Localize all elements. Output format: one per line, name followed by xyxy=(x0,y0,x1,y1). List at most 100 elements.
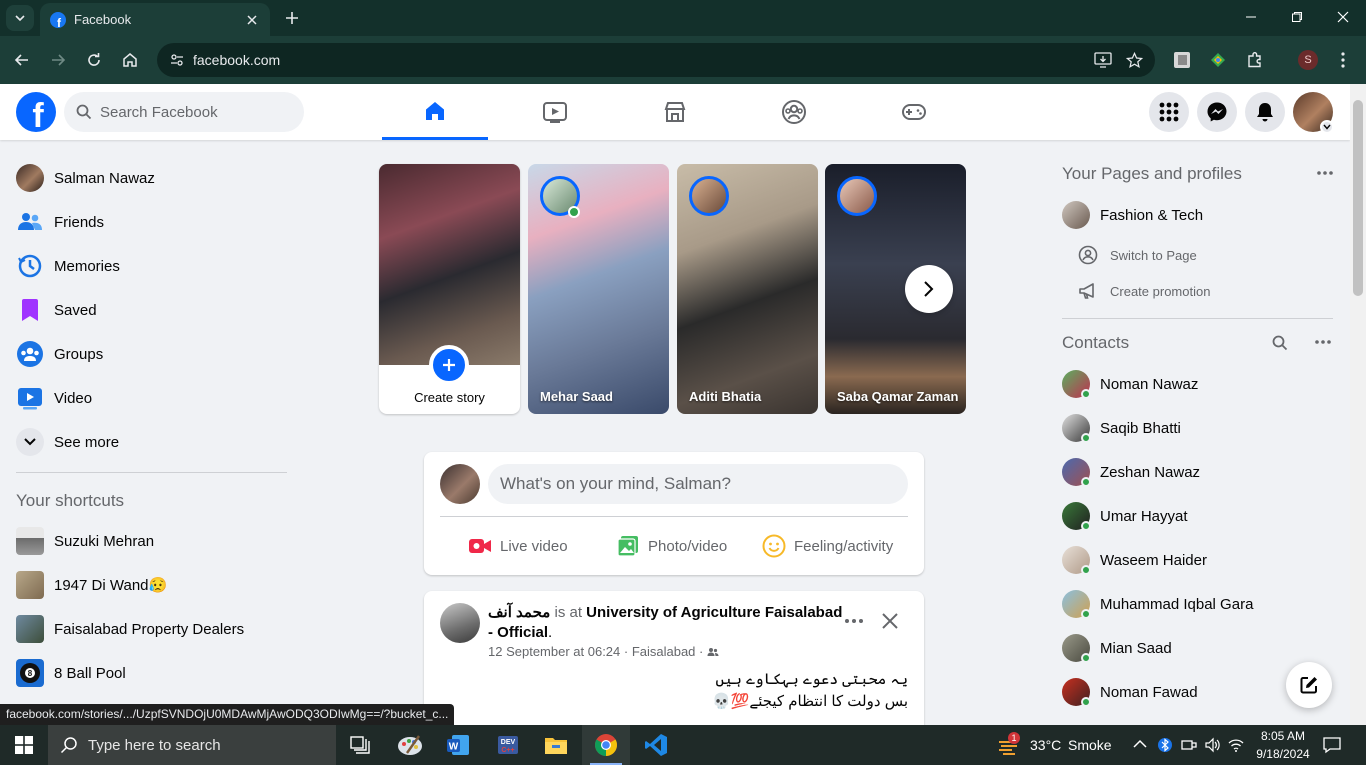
taskbar-app-paint[interactable] xyxy=(386,725,434,765)
sidebar-item-memories[interactable]: Memories xyxy=(8,244,298,288)
browser-tab[interactable]: f Facebook xyxy=(40,3,270,36)
menu-button[interactable] xyxy=(1149,92,1189,132)
taskbar-app-chrome[interactable] xyxy=(582,725,630,765)
notification-center-icon[interactable] xyxy=(1322,736,1342,754)
story-card[interactable]: Aditi Bhatia xyxy=(677,164,818,414)
contact-item[interactable]: Saqib Bhatti xyxy=(1062,410,1181,446)
contact-item[interactable]: Noman Fawad xyxy=(1062,674,1198,710)
wifi-icon[interactable] xyxy=(1228,738,1244,752)
contact-item[interactable]: Muhammad Iqbal Gara xyxy=(1062,586,1253,622)
account-chevron-icon[interactable] xyxy=(1320,120,1334,134)
page-scrollbar[interactable] xyxy=(1350,84,1366,725)
create-promotion-label: Create promotion xyxy=(1110,283,1211,299)
taskbar-clock[interactable]: 8:05 AM 9/18/2024 xyxy=(1252,727,1314,763)
taskbar-search[interactable]: Type here to search xyxy=(48,725,336,765)
taskbar-app-vscode[interactable] xyxy=(632,725,680,765)
stories-next-button[interactable] xyxy=(905,265,953,313)
tab-marketplace[interactable] xyxy=(622,84,728,140)
page-item-fashion-tech[interactable]: Fashion & Tech xyxy=(1062,197,1203,233)
contact-item[interactable]: Umar Hayyat xyxy=(1062,498,1188,534)
sidebar-see-more[interactable]: See more xyxy=(8,420,298,464)
address-bar[interactable]: facebook.com xyxy=(157,43,1155,77)
pages-profiles-title: Your Pages and profiles xyxy=(1062,164,1242,183)
forward-button[interactable] xyxy=(44,46,72,74)
taskbar-app-devc[interactable]: DEV C++ xyxy=(484,725,532,765)
search-icon xyxy=(76,104,92,120)
bluetooth-icon[interactable] xyxy=(1158,737,1172,753)
create-story-plus-button[interactable] xyxy=(429,345,469,385)
bookmark-star-icon[interactable] xyxy=(1126,51,1143,69)
extensions-puzzle-icon[interactable] xyxy=(1245,50,1265,70)
messenger-button[interactable] xyxy=(1197,92,1237,132)
start-button[interactable] xyxy=(0,725,48,765)
tab-groups[interactable] xyxy=(741,84,847,140)
sidebar-item-saved[interactable]: Saved xyxy=(8,288,298,332)
contact-item[interactable]: Zeshan Nawaz xyxy=(1062,454,1200,490)
video-icon xyxy=(16,384,44,412)
weather-widget[interactable]: 1 33°C Smoke xyxy=(996,725,1116,765)
minimize-button[interactable] xyxy=(1228,0,1274,34)
close-window-button[interactable] xyxy=(1320,0,1366,34)
scrollbar-thumb[interactable] xyxy=(1353,100,1363,296)
avatar[interactable] xyxy=(440,464,480,504)
shortcut-item[interactable]: Suzuki Mehran xyxy=(8,519,298,563)
feeling-activity-button[interactable]: Feeling/activity xyxy=(762,526,893,566)
new-tab-button[interactable] xyxy=(282,8,302,28)
live-video-button[interactable]: Live video xyxy=(468,526,568,566)
extension-notes-icon[interactable] xyxy=(1172,50,1192,70)
contact-item[interactable]: Waseem Haider xyxy=(1062,542,1207,578)
contact-item[interactable]: Mian Saad xyxy=(1062,630,1172,666)
network-icon[interactable] xyxy=(1181,737,1197,753)
tab-gaming[interactable] xyxy=(861,84,967,140)
friends-icon xyxy=(16,208,44,236)
sidebar-item-video[interactable]: Video xyxy=(8,376,298,420)
contact-item[interactable]: Noman Nawaz xyxy=(1062,366,1198,402)
post-close-icon[interactable] xyxy=(878,609,902,633)
contacts-search-icon[interactable] xyxy=(1268,331,1292,355)
story-card[interactable]: Mehar Saad xyxy=(528,164,669,414)
shortcut-item[interactable]: 1947 Di Wand😥 xyxy=(8,563,298,607)
post-author[interactable]: محمد آنف xyxy=(488,604,550,621)
post-line-2: بس دولت کا انتظام کیجئے💯💀 xyxy=(712,693,908,710)
sidebar-item-groups[interactable]: Groups xyxy=(8,332,298,376)
whats-on-your-mind-input[interactable] xyxy=(488,464,908,504)
install-app-icon[interactable] xyxy=(1094,52,1112,68)
notifications-button[interactable] xyxy=(1245,92,1285,132)
restore-button[interactable] xyxy=(1274,0,1320,34)
tab-search-button[interactable] xyxy=(6,5,34,31)
switch-to-page-button[interactable]: Switch to Page xyxy=(1078,240,1197,270)
pages-more-icon[interactable] xyxy=(1313,161,1337,185)
taskbar-app-file-explorer[interactable] xyxy=(532,725,580,765)
browser-profile-avatar[interactable]: S xyxy=(1298,50,1318,70)
extension-google-icon[interactable] xyxy=(1208,50,1228,70)
post-author-avatar[interactable] xyxy=(440,603,480,643)
home-button[interactable] xyxy=(116,46,144,74)
shortcut-item[interactable]: Faisalabad Property Dealers xyxy=(8,607,298,651)
create-story-card[interactable]: Create story xyxy=(379,164,520,414)
post-more-options-icon[interactable] xyxy=(842,609,866,633)
tab-video[interactable] xyxy=(502,84,608,140)
show-hidden-icons-icon[interactable] xyxy=(1133,739,1147,749)
task-view-button[interactable] xyxy=(336,725,384,765)
search-input[interactable] xyxy=(100,103,290,121)
back-button[interactable] xyxy=(8,46,36,74)
create-promotion-button[interactable]: Create promotion xyxy=(1078,276,1210,306)
photo-video-button[interactable]: Photo/video xyxy=(616,526,727,566)
shortcut-item[interactable]: 8 8 Ball Pool xyxy=(8,651,298,695)
taskbar-app-word[interactable]: W xyxy=(434,725,482,765)
volume-icon[interactable] xyxy=(1204,737,1220,753)
site-settings-icon[interactable] xyxy=(161,52,193,68)
tab-close-icon[interactable] xyxy=(244,12,260,28)
new-message-button[interactable] xyxy=(1286,662,1332,708)
facebook-search[interactable] xyxy=(64,92,304,132)
tab-home[interactable] xyxy=(382,84,488,140)
weather-temperature: 33°C xyxy=(1030,737,1062,753)
browser-menu-icon[interactable] xyxy=(1340,51,1346,69)
contacts-more-icon[interactable] xyxy=(1311,330,1335,354)
sidebar-item-profile[interactable]: Salman Nawaz xyxy=(8,156,298,200)
facebook-logo[interactable]: f xyxy=(16,92,56,132)
clock-date: 9/18/2024 xyxy=(1256,747,1310,761)
post-date[interactable]: 12 September at 06:24 · Faisalabad · xyxy=(488,644,703,659)
reload-button[interactable] xyxy=(80,46,108,74)
sidebar-item-friends[interactable]: Friends xyxy=(8,200,298,244)
